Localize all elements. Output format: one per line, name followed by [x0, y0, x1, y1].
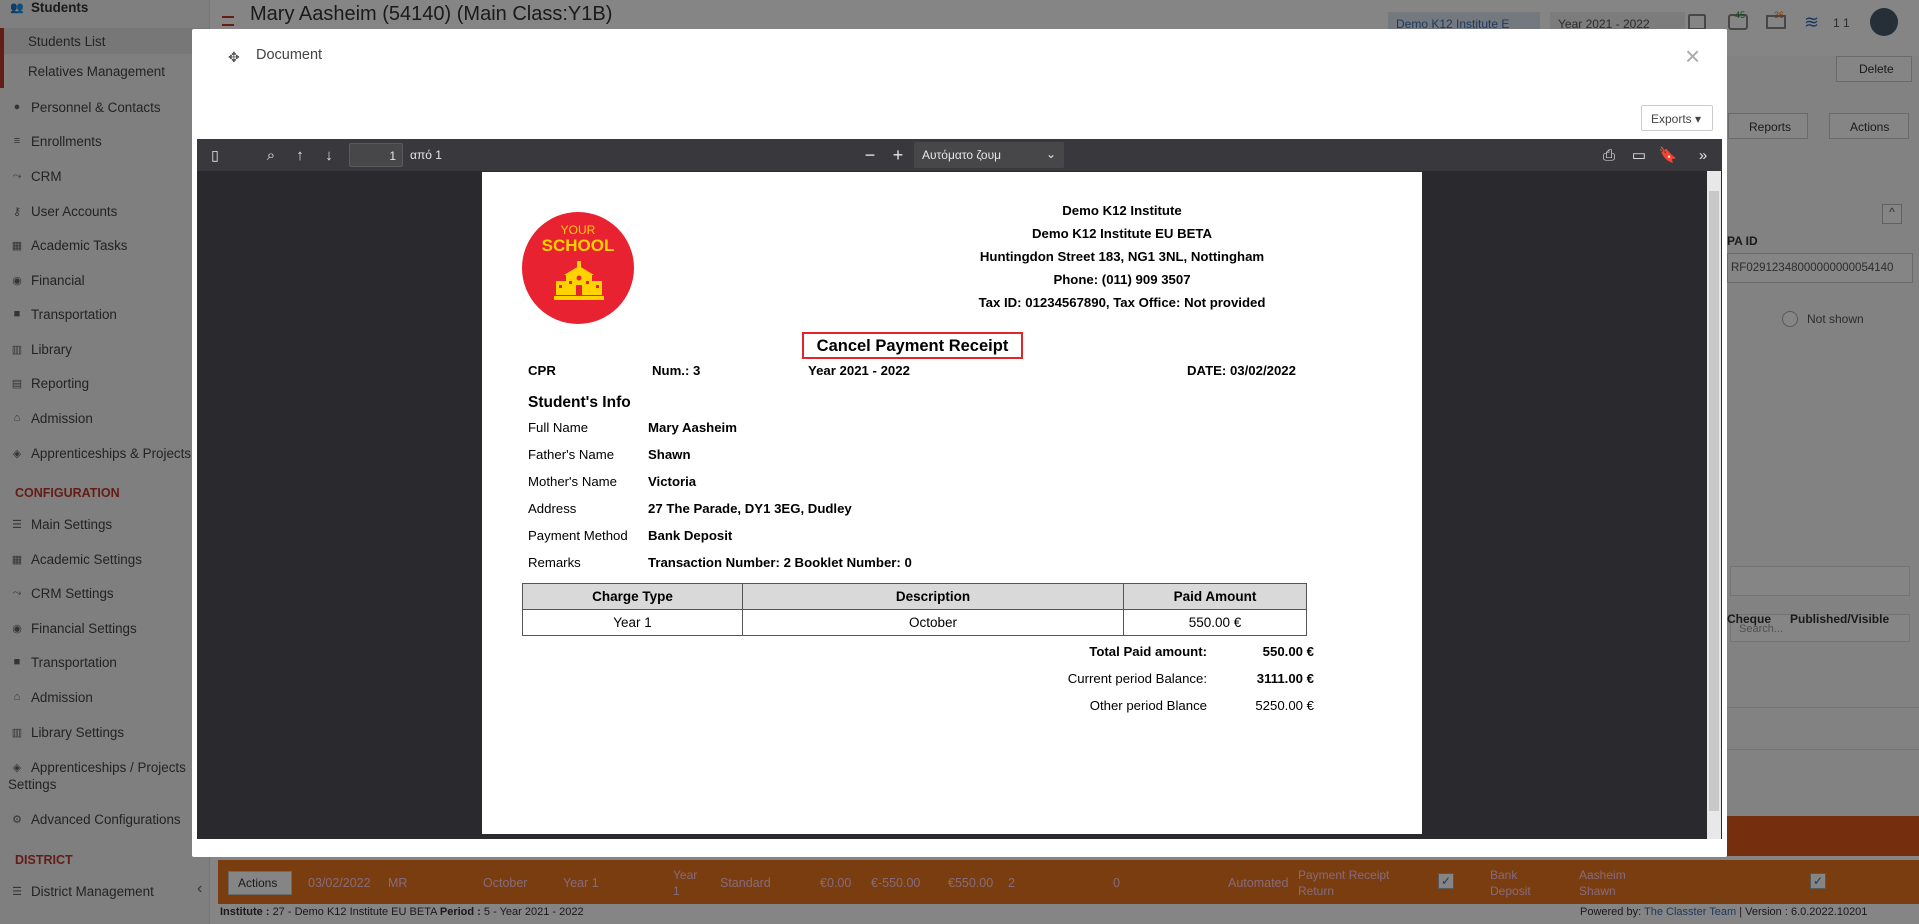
zoom-out-icon[interactable]: −	[858, 143, 882, 167]
charges-table: Charge Type Description Paid Amount Year…	[522, 583, 1307, 636]
total-paid-value: 550.00 €	[1262, 644, 1314, 659]
column-header-charge-type: Charge Type	[522, 583, 743, 610]
field-value: Transaction Number: 2 Booklet Number: 0	[648, 555, 912, 570]
total-paid-label: Total Paid amount:	[1089, 644, 1207, 659]
page-number-input[interactable]: 1	[349, 143, 403, 167]
search-icon[interactable]: ⌕	[259, 143, 283, 167]
other-balance-label: Other period Blance	[1089, 698, 1207, 713]
zoom-select[interactable]: Αυτόματο ζουμ ⌄	[914, 142, 1064, 168]
school-building-icon	[554, 261, 604, 300]
close-icon[interactable]: ×	[1685, 43, 1700, 69]
field-label: Full Name	[528, 420, 589, 435]
institute-address: Huntingdon Street 183, NG1 3NL, Nottingh…	[979, 249, 1265, 264]
zoom-value: Αυτόματο ζουμ	[922, 148, 1002, 162]
move-icon[interactable]: ✥	[228, 49, 240, 66]
institute-phone: Phone: (011) 909 3507	[1053, 272, 1191, 287]
arrow-up-icon[interactable]: ↑	[288, 143, 312, 167]
school-logo: YOUR SCHOOL	[522, 212, 634, 324]
cell-description: October	[742, 609, 1124, 636]
student-info-heading: Student's Info	[528, 394, 631, 411]
scrollbar-thumb[interactable]	[1709, 191, 1719, 811]
scrollbar[interactable]	[1707, 171, 1721, 839]
field-label: Remarks	[528, 555, 581, 570]
field-label: Address	[528, 501, 577, 516]
logo-text: SCHOOL	[541, 236, 615, 255]
receipt-year: Year 2021 - 2022	[808, 363, 910, 378]
tools-icon[interactable]: »	[1691, 143, 1715, 167]
field-value: Victoria	[648, 474, 697, 489]
cell-charge-type: Year 1	[522, 609, 743, 636]
table-header-row: Charge Type Description Paid Amount	[522, 583, 1307, 610]
receipt-date: DATE: 03/02/2022	[1187, 363, 1296, 378]
institute-tax: Tax ID: 01234567890, Tax Office: Not pro…	[978, 295, 1266, 310]
current-balance-label: Current period Balance:	[1067, 671, 1207, 686]
other-balance-value: 5250.00 €	[1255, 698, 1314, 713]
institute-subname: Demo K12 Institute EU BETA	[1031, 226, 1212, 241]
field-value: Bank Deposit	[648, 528, 733, 543]
print-icon[interactable]: ⎙	[1597, 143, 1621, 167]
current-balance-value: 3111.00 €	[1256, 671, 1314, 686]
bookmark-icon[interactable]: 🔖	[1656, 143, 1680, 167]
institute-name: Demo K12 Institute	[1062, 203, 1182, 218]
receipt-number: Num.: 3	[652, 363, 701, 378]
field-value: Mary Aasheim	[648, 420, 737, 435]
table-row: Year 1 October 550.00 €	[522, 609, 1307, 636]
field-label: Father's Name	[528, 447, 615, 462]
field-value: 27 The Parade, DY1 3EG, Dudley	[648, 501, 852, 516]
column-header-paid-amount: Paid Amount	[1123, 583, 1307, 610]
pdf-toolbar: ▯ ⌕ ↑ ↓ 1 από 1 − + Αυτόματο ζουμ ⌄ ⎙ ▭ 🔖…	[197, 139, 1722, 171]
sidebar-toggle-icon[interactable]: ▯	[203, 143, 227, 167]
field-label: Payment Method	[528, 528, 628, 543]
chevron-down-icon: ⌄	[1045, 147, 1056, 161]
arrow-down-icon[interactable]: ↓	[317, 143, 341, 167]
cell-paid-amount: 550.00 €	[1123, 609, 1307, 636]
pdf-page: YOUR SCHOOL Demo K12 Institute Demo K12 …	[482, 172, 1422, 834]
exports-label: Exports	[1651, 112, 1692, 126]
receipt-title: Cancel Payment Receipt	[802, 332, 1023, 359]
field-value: Shawn	[648, 447, 691, 462]
field-label: Mother's Name	[528, 474, 617, 489]
column-header-description: Description	[742, 583, 1124, 610]
logo-text: YOUR	[560, 223, 596, 237]
receipt-code: CPR	[528, 363, 556, 378]
modal-title: Document	[256, 47, 323, 63]
save-icon[interactable]: ▭	[1627, 143, 1651, 167]
zoom-in-icon[interactable]: +	[886, 143, 910, 167]
page-count: από 1	[410, 148, 442, 162]
exports-button[interactable]: Exports ▾	[1641, 105, 1713, 131]
